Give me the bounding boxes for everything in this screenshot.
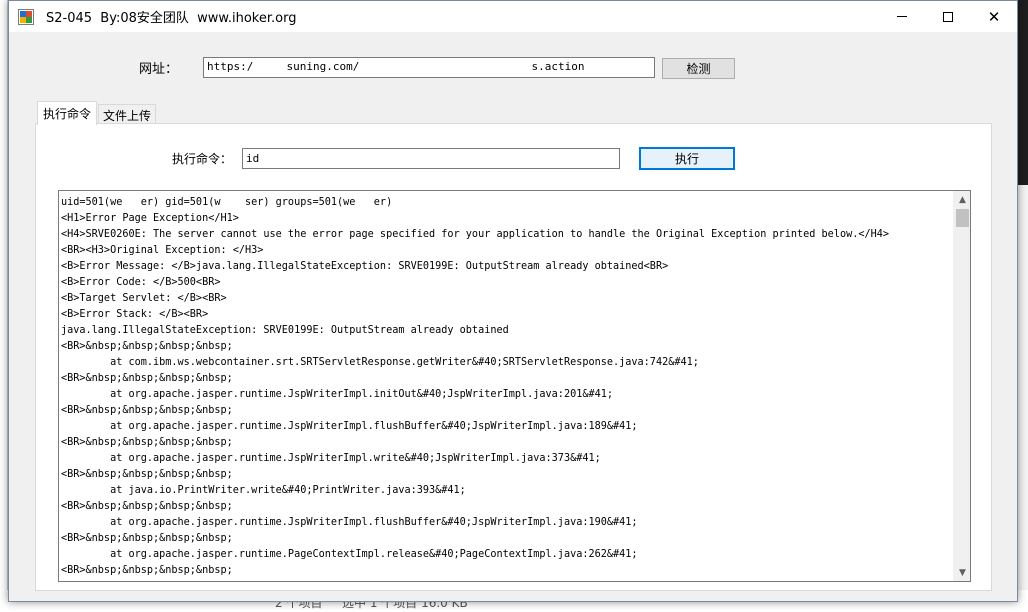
output-line: <B>Error Stack: </B><BR> [61,309,209,320]
vertical-scrollbar[interactable]: ▲ ▼ [953,191,970,581]
command-input[interactable]: id [242,148,620,169]
output-line: at org.apache.jasper.runtime.JspWriterIm… [61,389,614,400]
url-label: 网址： [139,62,179,77]
output-line: <BR>&nbsp;&nbsp;&nbsp;&nbsp; [61,373,233,384]
app-window: S2-045 By:08安全团队 www.ihoker.org ✕ 网址： ht… [8,0,1018,602]
output-line: at org.apache.jasper.runtime.JspWriterIm… [61,453,601,464]
output-text: uid=501(we er) gid=501(w ser) groups=501… [61,195,951,579]
output-line: at org.apache.jasper.runtime.PageContext… [61,549,638,560]
app-window-icon[interactable] [18,8,34,25]
maximize-button[interactable] [925,1,971,32]
minimize-button[interactable] [879,1,925,32]
output-line: at org.apache.jasper.runtime.JspWriterIm… [61,517,638,528]
output-line: <BR>&nbsp;&nbsp;&nbsp;&nbsp; [61,501,233,512]
check-button[interactable]: 检测 [662,58,735,79]
title-bar[interactable]: S2-045 By:08安全团队 www.ihoker.org ✕ [9,1,1017,32]
output-line: <BR>&nbsp;&nbsp;&nbsp;&nbsp; [61,437,233,448]
close-button[interactable]: ✕ [971,1,1017,32]
minimize-icon [897,16,907,17]
output-line: java.lang.IllegalStateException: SRVE019… [61,325,509,336]
output-line: <H4>SRVE0260E: The server cannot use the… [61,229,890,240]
output-line: <BR>&nbsp;&nbsp;&nbsp;&nbsp; [61,533,233,544]
output-line: <H1>Error Page Exception</H1> [61,213,239,224]
output-line: <BR>&nbsp;&nbsp;&nbsp;&nbsp; [61,565,233,576]
output-line: <B>Error Code: </B>500<BR> [61,277,221,288]
output-line: <BR><H3>Original Exception: </H3> [61,245,264,256]
execute-command-panel: 执行命令： id 执行 uid=501(we er) gid=501(w ser… [35,123,992,591]
tab-execute-command[interactable]: 执行命令 [37,101,97,125]
output-textarea[interactable]: uid=501(we er) gid=501(w ser) groups=501… [58,190,971,582]
output-line: at com.ibm.ws.webcontainer.srt.SRTServle… [61,357,699,368]
window-title: S2-045 By:08安全团队 www.ihoker.org [46,11,297,26]
output-line: <BR>&nbsp;&nbsp;&nbsp;&nbsp; [61,341,233,352]
output-line: uid=501(we er) gid=501(w ser) groups=501… [61,197,393,208]
url-input[interactable]: https:/ suning.com/ s.action [203,57,655,78]
output-line: at org.apache.jasper.runtime.JspWriterIm… [61,421,638,432]
output-line: <B>Target Servlet: </B><BR> [61,293,227,304]
maximize-icon [943,11,953,22]
output-line: <B>Error Message: </B>java.lang.IllegalS… [61,261,669,272]
output-line: <BR>&nbsp;&nbsp;&nbsp;&nbsp; [61,469,233,480]
close-icon: ✕ [987,7,1001,26]
output-line: at java.io.PrintWriter.write&#40;PrintWr… [61,485,466,496]
command-label: 执行命令： [172,152,233,166]
desktop-background-right [1018,0,1028,612]
scroll-up-arrow-icon[interactable]: ▲ [954,191,970,208]
execute-button[interactable]: 执行 [639,147,735,170]
scroll-thumb[interactable] [956,209,969,227]
scroll-down-arrow-icon[interactable]: ▼ [954,564,970,581]
desktop-background-left [0,0,8,612]
output-line: <BR>&nbsp;&nbsp;&nbsp;&nbsp; [61,405,233,416]
